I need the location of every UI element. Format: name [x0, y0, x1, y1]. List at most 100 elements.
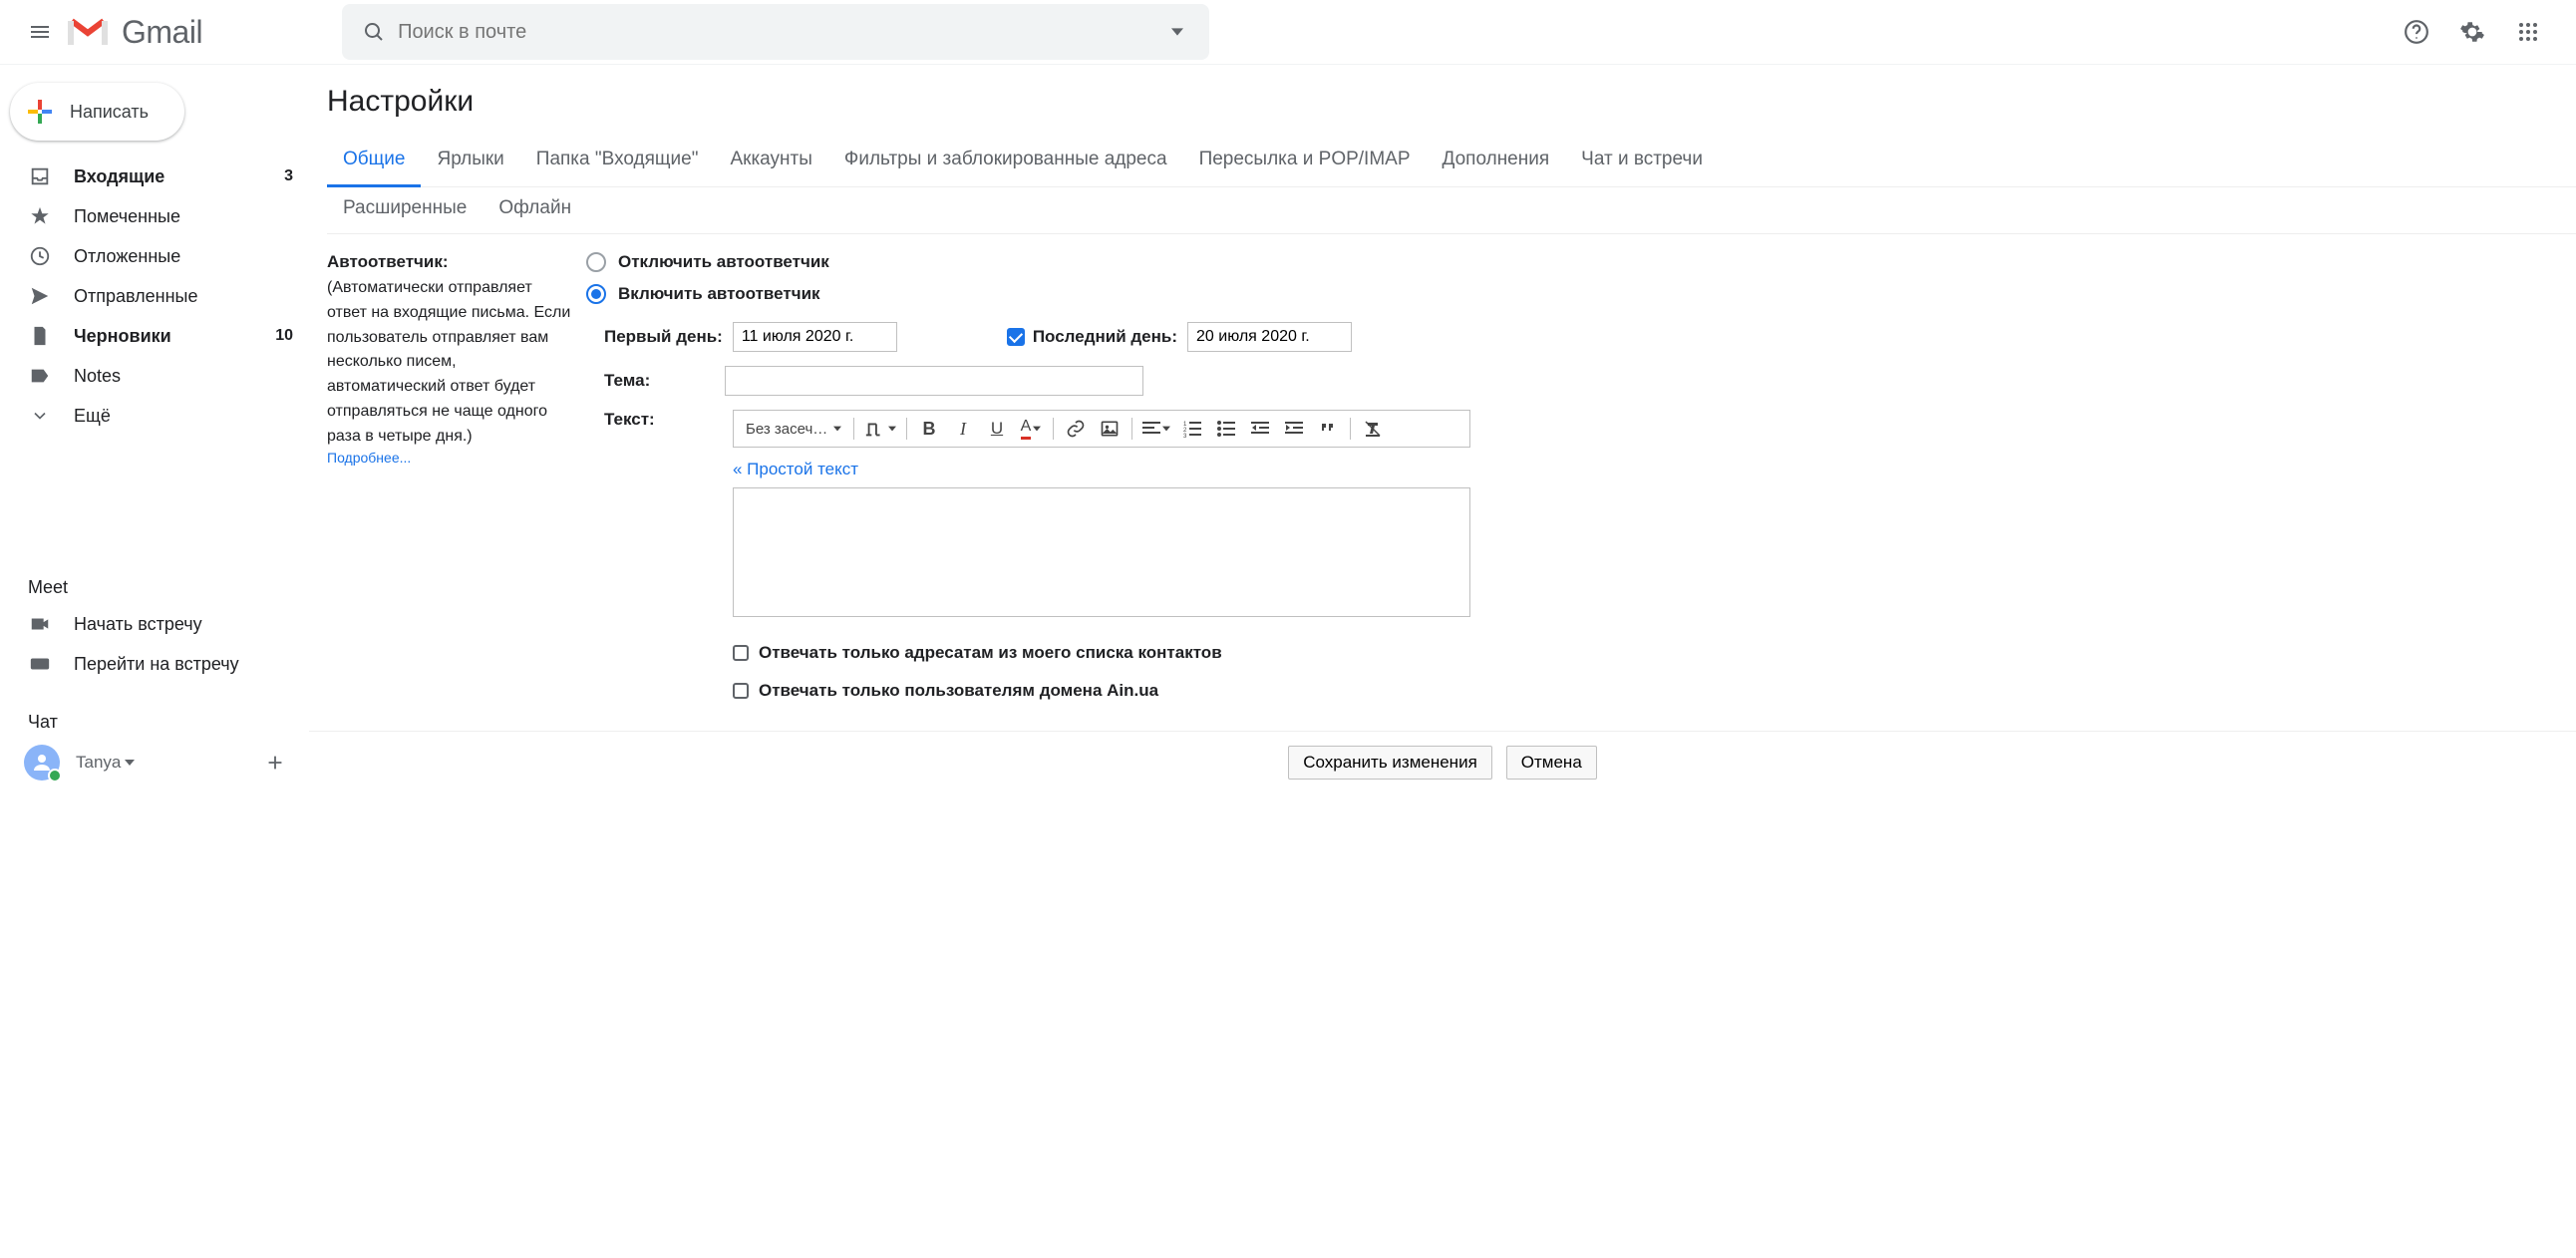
svg-text:3: 3	[1183, 434, 1187, 438]
plain-text-link[interactable]: « Простой текст	[733, 460, 858, 479]
numbered-list-button[interactable]: 123	[1176, 415, 1208, 443]
first-day-label: Первый день:	[604, 327, 723, 347]
search-bar[interactable]	[342, 4, 1209, 60]
search-options-button[interactable]	[1153, 26, 1201, 38]
autoresponder-off-row[interactable]: Отключить автоответчик	[586, 252, 2576, 272]
autoresponder-heading: Автоответчик:	[327, 252, 576, 272]
sidebar-item-label: Помеченные	[74, 206, 293, 227]
support-button[interactable]	[2393, 8, 2440, 56]
meet-section: Meet Начать встречу Перейти на встречу	[0, 565, 309, 684]
toolbar-separator	[1350, 418, 1351, 440]
domain-only-checkbox[interactable]	[733, 683, 749, 699]
chat-add-button[interactable]	[257, 745, 293, 781]
meet-join-button[interactable]: Перейти на встречу	[0, 644, 309, 684]
tab-addons[interactable]: Дополнения	[1427, 139, 1566, 186]
sidebar-item-more[interactable]: Ещё	[0, 396, 309, 436]
contacts-only-checkbox[interactable]	[733, 645, 749, 661]
radio-on[interactable]	[586, 284, 606, 304]
autoresponder-description: (Автоматически отправляет ответ на входя…	[327, 276, 576, 450]
tab-labels[interactable]: Ярлыки	[421, 139, 519, 186]
image-button[interactable]	[1094, 415, 1126, 443]
meet-start-label: Начать встречу	[74, 614, 293, 635]
search-input[interactable]	[398, 21, 1153, 44]
gmail-m-icon	[68, 17, 108, 47]
apps-button[interactable]	[2504, 8, 2552, 56]
toolbar-separator	[1053, 418, 1054, 440]
sidebar: Написать Входящие 3 Помеченные Отложенны…	[0, 65, 309, 809]
sidebar-item-count: 10	[275, 327, 293, 345]
autoresponder-on-row[interactable]: Включить автоответчик	[586, 284, 2576, 304]
tab-chat[interactable]: Чат и встречи	[1565, 139, 1719, 186]
remove-format-button[interactable]	[1357, 415, 1389, 443]
sidebar-item-label: Отложенные	[74, 246, 293, 267]
quote-button[interactable]	[1312, 415, 1344, 443]
settings-button[interactable]	[2448, 8, 2496, 56]
sidebar-item-starred[interactable]: Помеченные	[0, 196, 309, 236]
option-description-column: Автоответчик: (Автоматически отправляет …	[327, 252, 586, 789]
gmail-logo[interactable]: Gmail	[64, 14, 222, 51]
caret-down-icon	[125, 759, 135, 767]
presence-dot-icon	[48, 769, 62, 783]
last-day-checkbox[interactable]	[1007, 328, 1025, 346]
contacts-only-label: Отвечать только адресатам из моего списк…	[759, 643, 1222, 663]
last-day-group: Последний день:	[1007, 327, 1177, 347]
file-icon	[28, 324, 52, 348]
sidebar-item-inbox[interactable]: Входящие 3	[0, 157, 309, 196]
toolbar-separator	[1131, 418, 1132, 440]
tab-forwarding[interactable]: Пересылка и POP/IMAP	[1183, 139, 1427, 186]
header-actions	[2393, 8, 2560, 56]
main-content: Настройки Общие Ярлыки Папка "Входящие" …	[309, 65, 2576, 809]
meet-start-button[interactable]: Начать встречу	[0, 604, 309, 644]
bullet-list-button[interactable]	[1210, 415, 1242, 443]
last-day-input[interactable]	[1187, 322, 1352, 352]
text-size-icon	[864, 420, 886, 438]
sidebar-item-label: Ещё	[74, 406, 293, 427]
settings-tabs-row2: Расширенные Офлайн	[327, 187, 2576, 234]
chat-user-row[interactable]: Tanya	[0, 739, 309, 786]
toolbar-separator	[853, 418, 854, 440]
subject-label: Тема:	[604, 371, 715, 391]
cancel-button[interactable]: Отмена	[1506, 746, 1597, 780]
radio-off[interactable]	[586, 252, 606, 272]
contacts-only-row[interactable]: Отвечать только адресатам из моего списк…	[733, 643, 1470, 663]
main-menu-button[interactable]	[16, 8, 64, 56]
underline-button[interactable]: U	[981, 415, 1013, 443]
sidebar-item-notes[interactable]: Notes	[0, 356, 309, 396]
search-icon[interactable]	[350, 20, 398, 44]
first-day-input[interactable]	[733, 322, 897, 352]
font-family-select[interactable]: Без засеч…	[738, 415, 847, 443]
editor-wrap: Без засеч… B I U A	[733, 410, 1470, 701]
chat-user-menu[interactable]	[125, 759, 135, 767]
radio-on-label: Включить автоответчик	[618, 284, 820, 304]
tab-general[interactable]: Общие	[327, 139, 421, 187]
subject-input[interactable]	[725, 366, 1143, 396]
link-button[interactable]	[1060, 415, 1092, 443]
font-size-button[interactable]	[860, 415, 900, 443]
bold-button[interactable]: B	[913, 415, 945, 443]
indent-less-button[interactable]	[1244, 415, 1276, 443]
text-color-button[interactable]: A	[1015, 415, 1047, 443]
sidebar-item-label: Входящие	[74, 166, 284, 187]
sidebar-item-snoozed[interactable]: Отложенные	[0, 236, 309, 276]
tab-accounts[interactable]: Аккаунты	[714, 139, 827, 186]
align-button[interactable]	[1138, 415, 1174, 443]
save-button[interactable]: Сохранить изменения	[1288, 746, 1492, 780]
align-icon	[1142, 420, 1160, 438]
domain-only-row[interactable]: Отвечать только пользователям домена Ain…	[733, 681, 1470, 701]
learn-more-link[interactable]: Подробнее...	[327, 450, 411, 466]
sidebar-item-drafts[interactable]: Черновики 10	[0, 316, 309, 356]
message-body-editor[interactable]	[733, 487, 1470, 617]
tab-offline[interactable]: Офлайн	[483, 187, 587, 233]
indent-more-button[interactable]	[1278, 415, 1310, 443]
radio-off-label: Отключить автоответчик	[618, 252, 829, 272]
sidebar-item-sent[interactable]: Отправленные	[0, 276, 309, 316]
quote-icon	[1319, 420, 1337, 438]
settings-footer: Сохранить изменения Отмена	[309, 731, 2576, 789]
italic-button[interactable]: I	[947, 415, 979, 443]
compose-button[interactable]: Написать	[10, 83, 184, 141]
settings-tabs: Общие Ярлыки Папка "Входящие" Аккаунты Ф…	[327, 139, 2576, 187]
tab-filters[interactable]: Фильтры и заблокированные адреса	[828, 139, 1183, 186]
tab-advanced[interactable]: Расширенные	[327, 187, 483, 233]
tab-inbox[interactable]: Папка "Входящие"	[520, 139, 715, 186]
send-icon	[28, 284, 52, 308]
